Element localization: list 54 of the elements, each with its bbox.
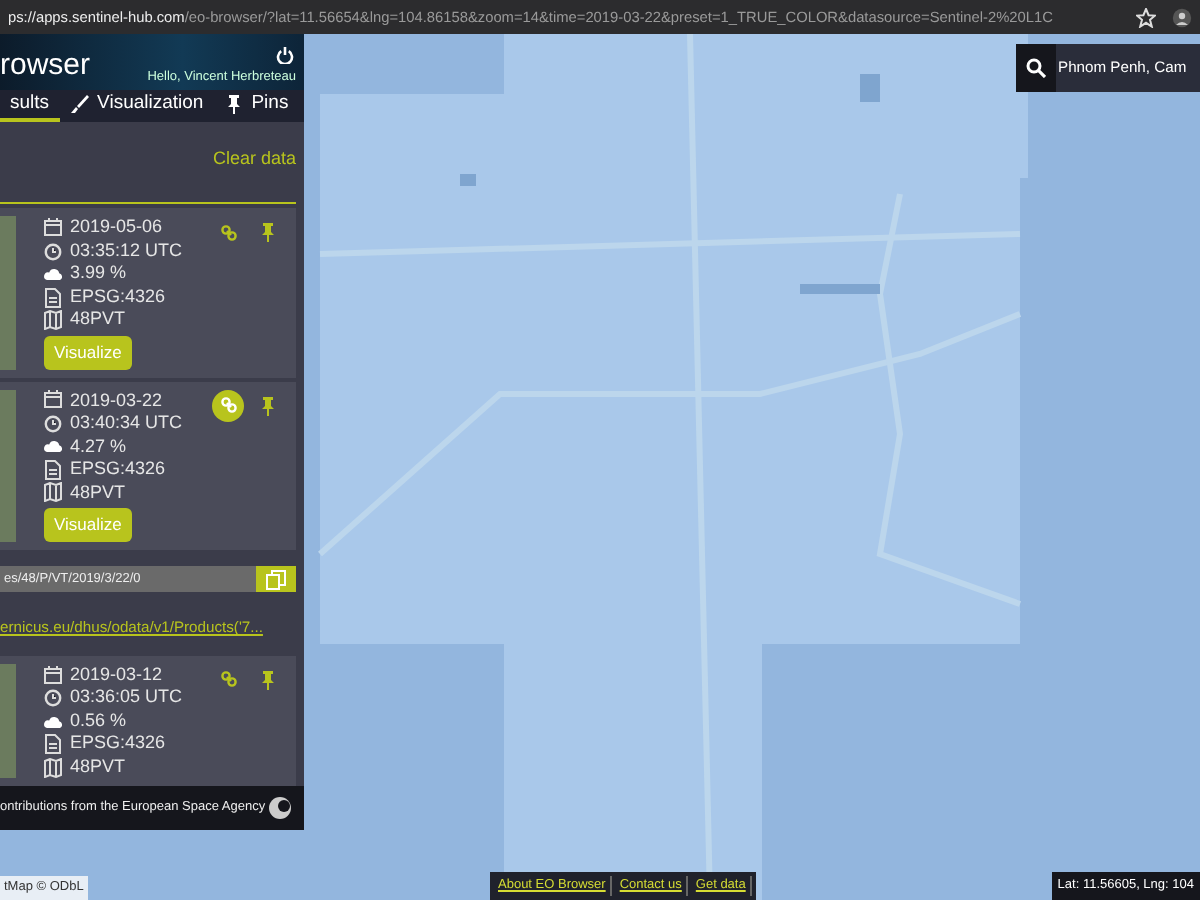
brush-icon — [69, 94, 90, 115]
thumbnail-image — [0, 663, 16, 779]
pin-icon — [260, 669, 276, 690]
time-text: 03:35:12 UTC — [70, 239, 183, 263]
calendar-icon — [44, 665, 62, 686]
projection-text: EPSG:4326 — [70, 732, 166, 756]
star-icon — [1136, 7, 1156, 27]
document-icon — [44, 734, 62, 755]
map-icon — [44, 310, 62, 331]
map-icon — [44, 482, 62, 503]
map-icon — [44, 757, 62, 778]
document-icon — [44, 287, 62, 308]
search-button[interactable] — [1016, 44, 1056, 92]
date-text: 2019-05-06 — [70, 216, 163, 240]
logout-button[interactable] — [276, 46, 294, 64]
document-icon — [44, 459, 62, 480]
time-text: 03:40:34 UTC — [70, 412, 183, 436]
time-text: 03:36:05 UTC — [70, 686, 183, 710]
tab[interactable]: sults — [0, 89, 60, 123]
cloud-icon — [44, 436, 62, 457]
cloud-coverage-text: 0.56 % — [70, 709, 127, 733]
tab[interactable]: Visualization — [59, 89, 214, 123]
clock-icon — [44, 413, 62, 434]
projection-text: EPSG:4326 — [70, 458, 166, 482]
cloud-icon — [44, 711, 62, 732]
cloud-coverage-text: 3.99 % — [70, 262, 127, 286]
date-text: 2019-03-22 — [70, 389, 163, 413]
power-icon — [276, 46, 294, 64]
pin-icon — [260, 222, 276, 243]
copy-button[interactable] — [256, 565, 296, 593]
pin-icon — [260, 395, 276, 416]
chain-icon — [219, 223, 237, 242]
calendar-icon — [44, 390, 62, 411]
clock-icon — [44, 241, 62, 262]
copy-icon — [266, 569, 286, 590]
pin-icon — [223, 94, 244, 115]
link-button[interactable] — [212, 389, 244, 422]
search-icon — [1026, 58, 1046, 78]
tile-text: 48PVT — [70, 481, 126, 505]
clock-icon — [44, 688, 62, 709]
cloud-icon — [44, 264, 62, 285]
app-title: rowser — [0, 46, 91, 86]
chain-icon — [219, 670, 237, 689]
tile-text: 48PVT — [70, 755, 126, 779]
tile-text: 48PVT — [70, 308, 126, 332]
tab[interactable]: Pins — [213, 89, 299, 123]
calendar-icon — [44, 218, 62, 239]
cloud-coverage-text: 4.27 % — [70, 435, 127, 459]
projection-text: EPSG:4326 — [70, 285, 166, 309]
chain-icon — [219, 396, 237, 415]
person-icon — [1172, 7, 1192, 27]
clear-data-link[interactable]: Clear data — [212, 146, 296, 174]
moon-icon — [268, 796, 292, 821]
date-text: 2019-03-12 — [70, 663, 163, 687]
